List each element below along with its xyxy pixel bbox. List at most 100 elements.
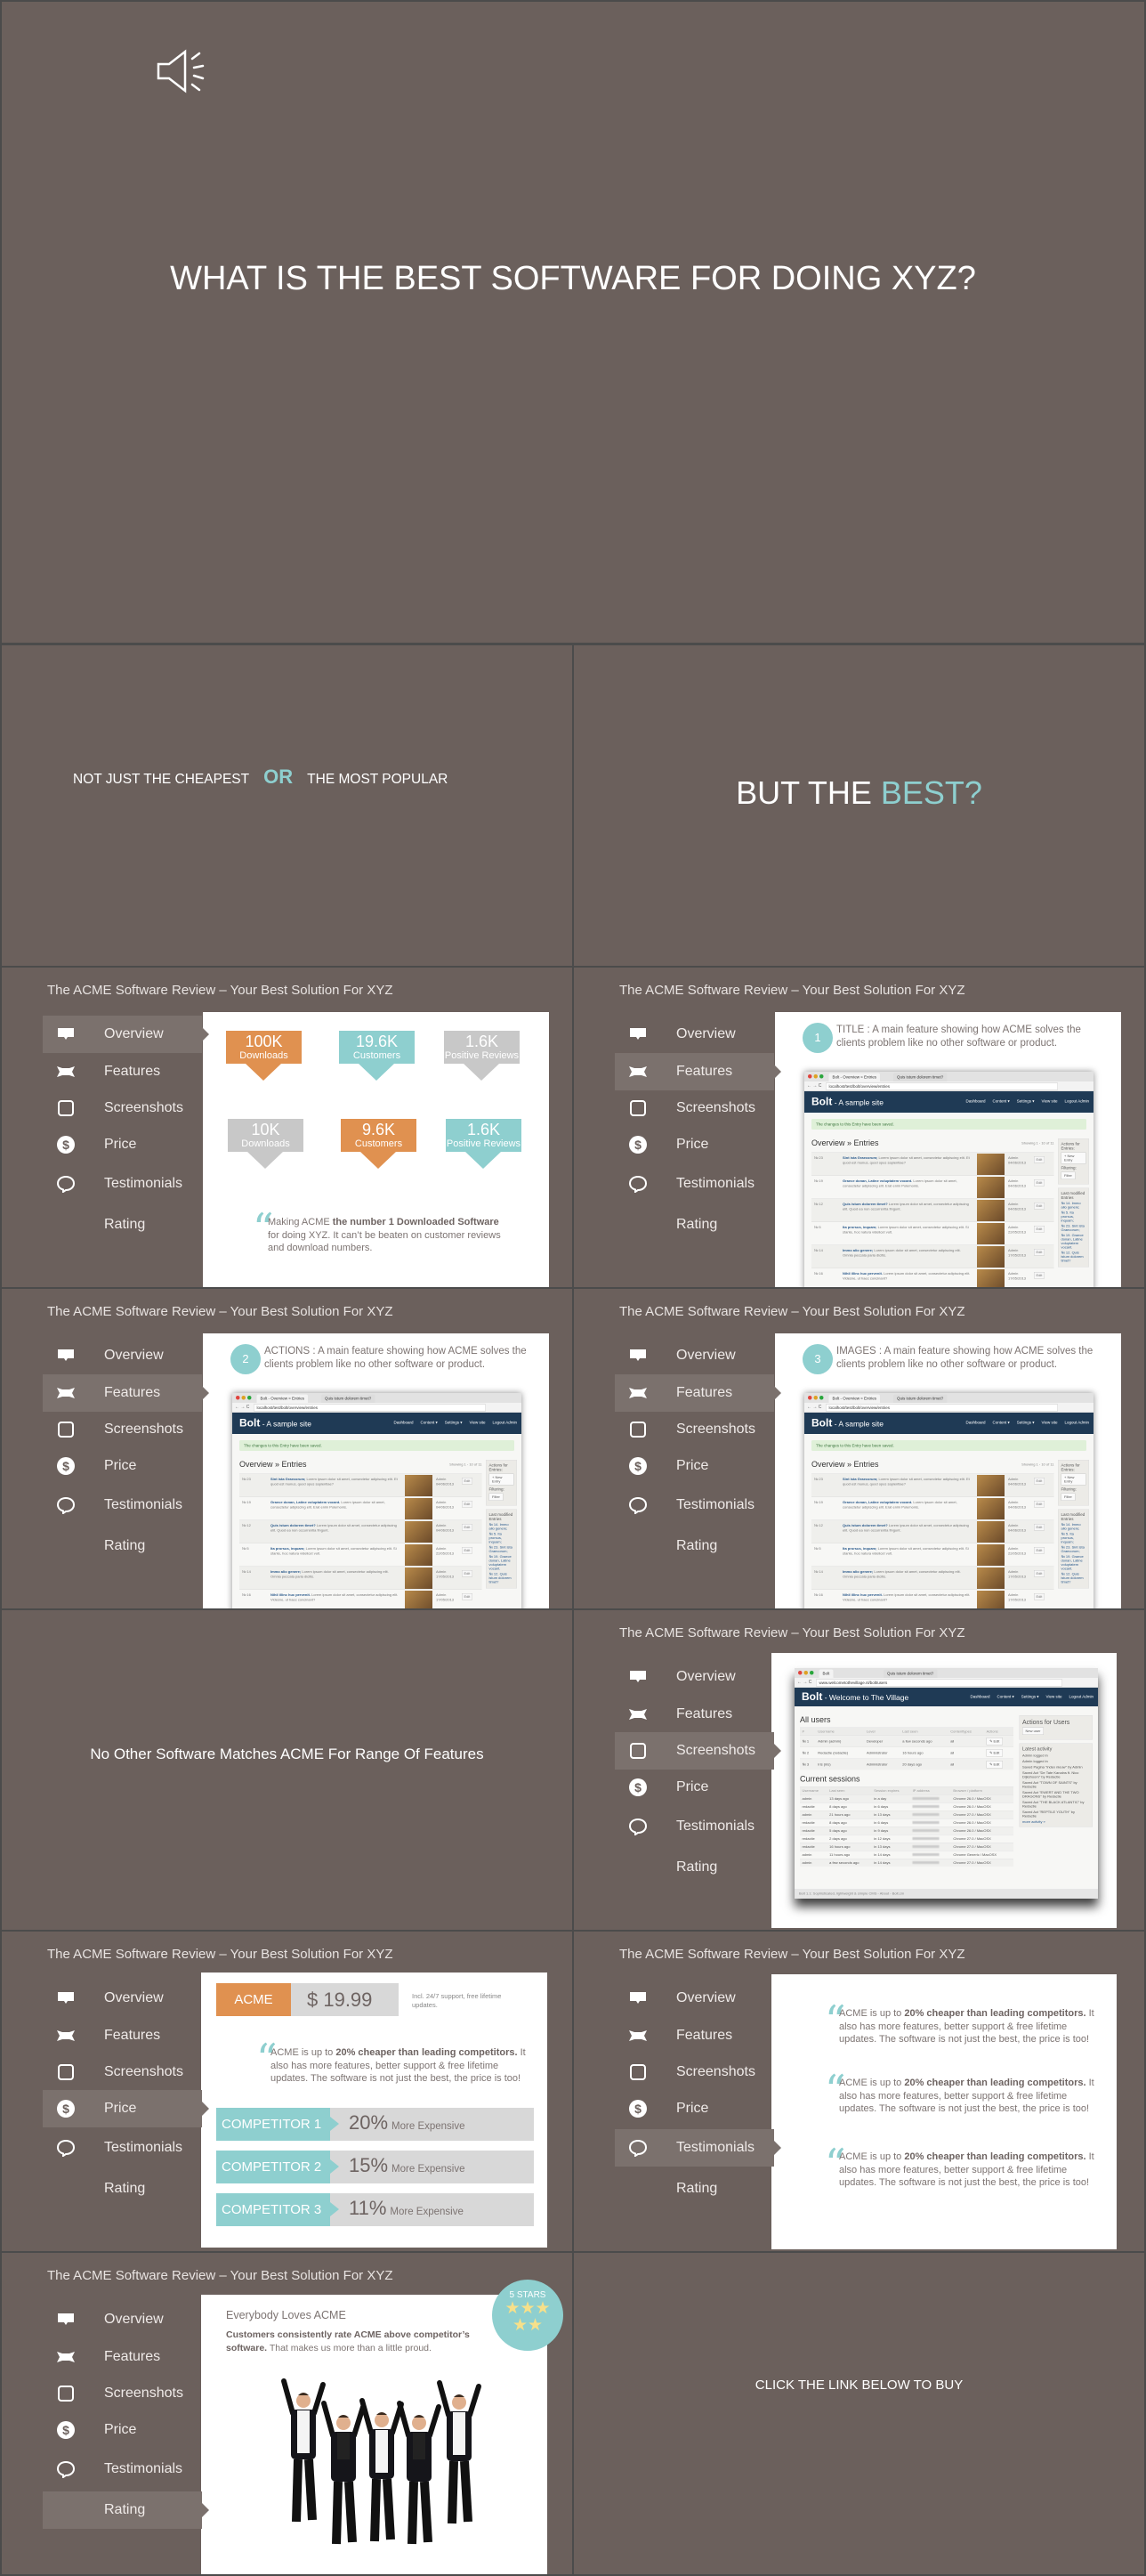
square-icon xyxy=(58,2064,74,2080)
browser-tab: Bolt xyxy=(819,1669,834,1678)
entry-edit-button: Edit xyxy=(462,1501,472,1508)
entry-thumbnail xyxy=(405,1498,432,1519)
sidebar-item-features[interactable]: Features xyxy=(43,1375,202,1411)
sidebar-item-testimonials[interactable]: Testimonials xyxy=(43,2130,202,2166)
buy-link-text[interactable]: CLICK THE LINK BELOW TO BUY xyxy=(574,2378,1144,2393)
sidebar-item-screenshots[interactable]: Screenshots xyxy=(615,1412,774,1447)
entry-number: № 19 xyxy=(242,1500,251,1505)
sidebar-item-features[interactable]: Features xyxy=(615,1054,774,1090)
entry-text: Ita prorsus, inquam; Lorem ipsum dolor s… xyxy=(843,1225,972,1235)
ribbon-icon xyxy=(629,1388,647,1398)
sidebar-item-price[interactable]: $ Price xyxy=(615,1127,774,1162)
speaker-icon[interactable] xyxy=(155,46,212,96)
sidebar-item-price[interactable]: $ Price xyxy=(43,1127,202,1162)
sidebar-item-testimonials[interactable]: Testimonials xyxy=(43,1166,202,1202)
last-modified-item: № 12. Quis istum dolorem timet? xyxy=(1061,1251,1084,1263)
entry-number: № 19 xyxy=(814,1500,823,1505)
sidebar-item-testimonials[interactable]: Testimonials xyxy=(615,1487,774,1523)
sidebar-item-price[interactable]: $ Price xyxy=(43,1448,202,1484)
sidebar-item-overview[interactable]: Overview xyxy=(43,2302,202,2337)
dollar-icon: $ xyxy=(629,2100,647,2118)
session-cell: 21 hours ago xyxy=(827,1810,872,1819)
quote-text: ACME is up to xyxy=(839,2151,905,2162)
entry-title: Quis istum dolorem timet? xyxy=(843,1202,888,1207)
ribbon-icon xyxy=(57,2030,75,2041)
entry-row: № 12 Quis istum dolorem timet? Lorem ipsu… xyxy=(811,1519,1054,1543)
sidebar-item-rating[interactable]: Rating xyxy=(43,2171,202,2207)
sidebar-item-price[interactable]: $ Price xyxy=(615,1448,774,1484)
sidebar-item-screenshots[interactable]: Screenshots xyxy=(43,2054,202,2090)
stat-callout: 1.6K Positive Reviews xyxy=(444,1031,520,1081)
sidebar-item-features[interactable]: Features xyxy=(43,2339,202,2375)
browser-menu-item: Settings ▾ xyxy=(1021,1694,1039,1699)
sidebar-item-overview[interactable]: Overview xyxy=(43,1017,202,1052)
entry-edit-button: Edit xyxy=(1034,1570,1045,1577)
sidebar-item-features[interactable]: Features xyxy=(615,1697,774,1732)
dollar-icon: $ xyxy=(57,1136,75,1154)
speech-bubble-icon xyxy=(629,1818,647,1835)
sidebar-item-overview[interactable]: Overview xyxy=(43,1338,202,1373)
sidebar-item-price[interactable]: $ Price xyxy=(615,2091,774,2126)
sidebar-item-label: Price xyxy=(676,1458,709,1473)
ribbon-icon xyxy=(57,2352,75,2362)
sidebar-item-rating[interactable]: Rating xyxy=(43,1207,202,1243)
sidebar-item-rating[interactable]: Rating xyxy=(615,1528,774,1564)
sidebar-item-rating[interactable]: Rating xyxy=(615,2171,774,2207)
slide-intro: WHAT IS THE BEST SOFTWARE FOR DOING XYZ? xyxy=(2,2,1144,643)
square-icon xyxy=(58,1422,74,1438)
entry-title: Graece donan, Latine voluptatem vocant. xyxy=(843,1500,913,1505)
column-header: # xyxy=(800,1727,816,1736)
sidebar-item-overview[interactable]: Overview xyxy=(615,1659,774,1695)
sidebar-item-features[interactable]: Features xyxy=(43,1054,202,1090)
sidebar-item-features[interactable]: Features xyxy=(615,2018,774,2054)
entry-edit-button: Edit xyxy=(462,1524,472,1531)
sidebar-item-screenshots[interactable]: Screenshots xyxy=(615,2054,774,2090)
column-header: Actions xyxy=(984,1727,1013,1736)
sidebar-item-overview[interactable]: Overview xyxy=(615,1338,774,1373)
competitor-name: COMPETITOR 2 xyxy=(216,2151,339,2183)
speech-bubble-icon xyxy=(629,1496,647,1514)
entry-edit-button: Edit xyxy=(1034,1203,1045,1210)
bolt-brand: Bolt xyxy=(239,1417,261,1430)
entry-text: Sint ista Graecorum; Lorem ipsum dolor s… xyxy=(843,1477,972,1486)
browser-url: www.welcometothevillage.nl/bolt/users xyxy=(816,1679,1062,1687)
sidebar-item-overview[interactable]: Overview xyxy=(43,1981,202,2016)
sidebar-item-rating[interactable]: Rating xyxy=(615,1207,774,1243)
sidebar-item-testimonials[interactable]: Testimonials xyxy=(615,1166,774,1202)
entry-number: № 16 xyxy=(814,1592,823,1598)
sidebar-item-screenshots[interactable]: Screenshots xyxy=(615,1090,774,1126)
sidebar-item-price[interactable]: $ Price xyxy=(43,2412,202,2448)
sidebar-item-price[interactable]: $ Price xyxy=(43,2091,202,2126)
sidebar-item-testimonials[interactable]: Testimonials xyxy=(615,2130,774,2166)
entry-title: Ita prorsus, inquam; xyxy=(270,1546,305,1551)
sidebar-item-screenshots[interactable]: Screenshots xyxy=(43,1090,202,1126)
quote-text: for doing XYZ. It can’t be beaten on cus… xyxy=(268,1229,501,1254)
sidebar-item-rating[interactable]: Rating xyxy=(43,1528,202,1564)
sidebar-item-features[interactable]: Features xyxy=(615,1375,774,1411)
tagline-part1: NOT JUST THE CHEAPEST xyxy=(73,772,249,787)
sidebar-item-overview[interactable]: Overview xyxy=(615,1017,774,1052)
entry-row: № 19 Graece donan, Latine voluptatem voca… xyxy=(239,1496,482,1520)
sidebar-item-overview[interactable]: Overview xyxy=(615,1981,774,2016)
sidebar-item-rating[interactable]: Rating xyxy=(615,1850,774,1885)
entry-row: № 12 Quis istum dolorem timet? Lorem ipsu… xyxy=(239,1519,482,1543)
entry-title: Nihil illinc huc pervenit. xyxy=(843,1271,883,1276)
sidebar-item-screenshots[interactable]: Screenshots xyxy=(615,1733,774,1769)
ribbon-icon xyxy=(57,1066,75,1077)
browser-menu-item: Dashboard xyxy=(965,1420,986,1425)
sidebar-item-screenshots[interactable]: Screenshots xyxy=(43,2376,202,2411)
sidebar-item-features[interactable]: Features xyxy=(43,2018,202,2054)
feature-label: TITLE xyxy=(836,1025,865,1035)
sidebar-item-rating[interactable]: Rating xyxy=(43,2492,202,2528)
sidebar-item-label: Testimonials xyxy=(104,1497,183,1512)
entry-title: Ita prorsus, inquam; xyxy=(843,1546,877,1551)
sidebar-item-testimonials[interactable]: Testimonials xyxy=(43,1487,202,1523)
sidebar-item-screenshots[interactable]: Screenshots xyxy=(43,1412,202,1447)
browser-tabbar: Bolt - Overview » Entries Quis istum dolo… xyxy=(804,1072,1094,1081)
sidebar-item-testimonials[interactable]: Testimonials xyxy=(43,2451,202,2487)
sidebar-item-price[interactable]: $ Price xyxy=(615,1770,774,1805)
last-modified-item: № 14. Immo alio genere; xyxy=(1061,1201,1081,1210)
slide-testimonials: “ACME is up to 20% cheaper than leading … xyxy=(574,1932,1144,2251)
entry-meta: Admin 17/05/2013 xyxy=(1008,1248,1026,1258)
sidebar-item-testimonials[interactable]: Testimonials xyxy=(615,1809,774,1844)
